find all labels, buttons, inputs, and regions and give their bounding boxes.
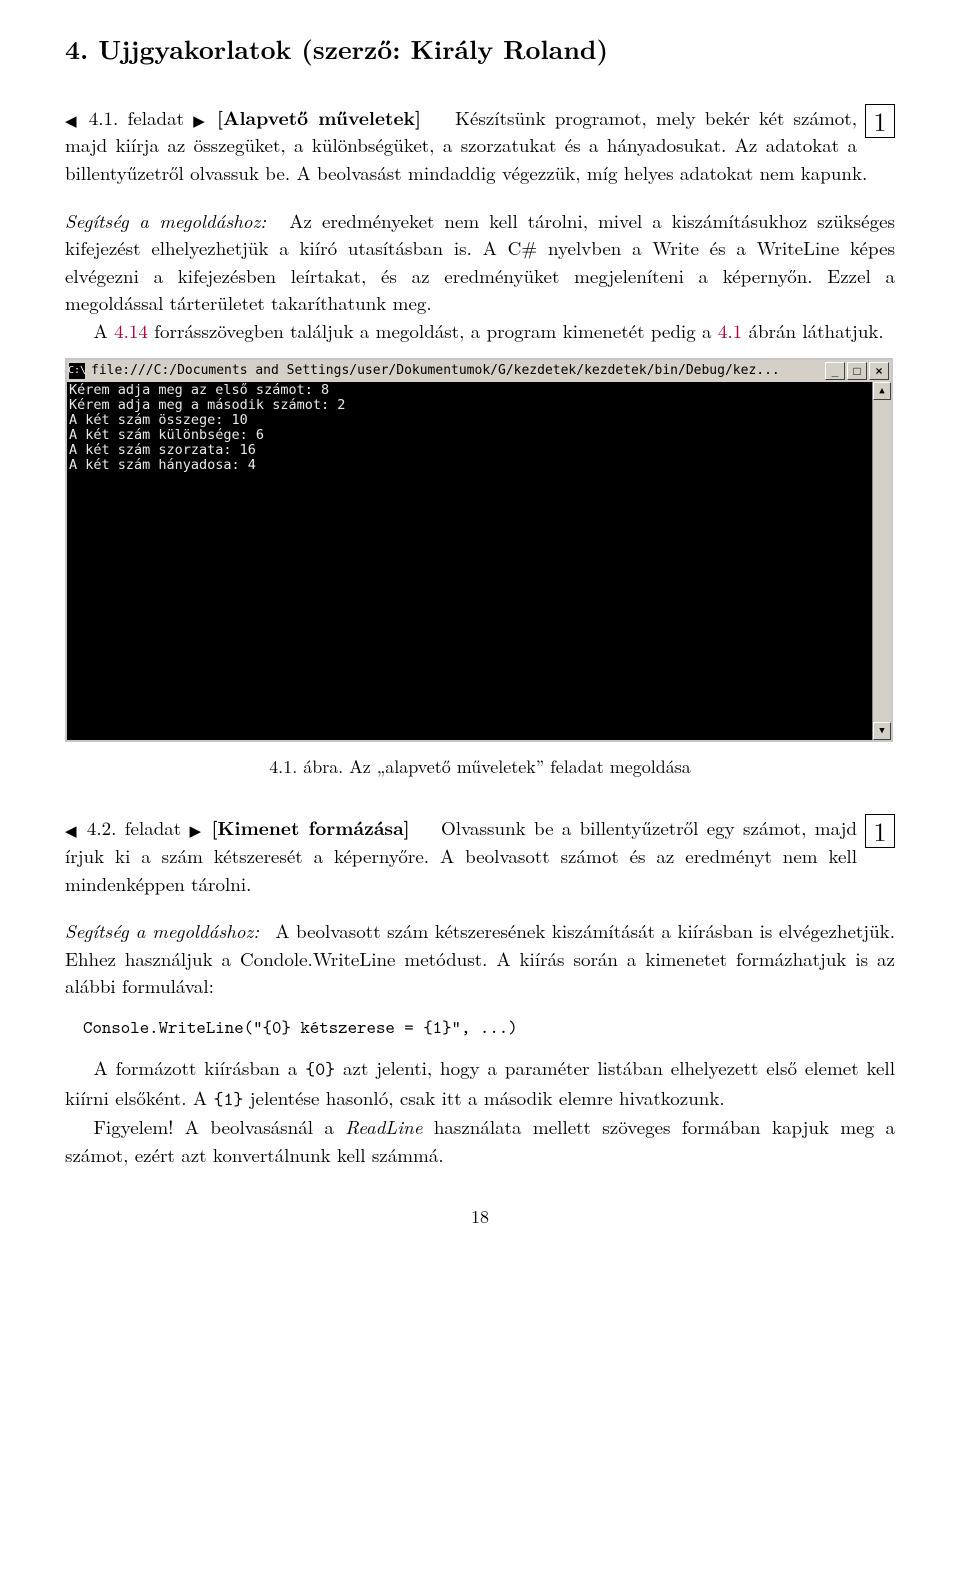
triangle-right-icon: ▶ [190,820,204,841]
console-output: Kérem adja meg az első számot: 8 Kérem a… [67,382,873,740]
figure-caption: 4.1. ábra. Az „alapvető műveletek” felad… [65,754,895,780]
code-sample: Console.WriteLine("{0} kétszerese = {1}"… [83,1014,895,1040]
console-window: C:\ file:///C:/Documents and Settings/us… [65,358,893,742]
task-number: 4.1. feladat [89,104,184,131]
ref-mid: forrásszövegben találjuk a megoldást, a … [148,317,718,344]
scroll-up-icon[interactable]: ▲ [873,382,891,400]
triangle-left-icon: ◀ [65,820,79,841]
task-number: 4.2. feladat [87,814,181,841]
task-header: ◀ 4.1. feladat ▶ [Alapvető műveletek] [65,104,430,131]
ref-link-4-1[interactable]: 4.1 [718,317,742,344]
vertical-scrollbar[interactable]: ▲ ▼ [872,382,891,740]
window-title: file:///C:/Documents and Settings/user/D… [91,362,780,381]
ref-link-4-14[interactable]: 4.14 [114,317,148,344]
task2-para-warning: Figyelem! A beolvasásnál a ReadLine hasz… [65,1113,895,1168]
triangle-right-icon: ▶ [193,110,207,131]
task-4-2: 1 ◀ 4.2. feladat ▶ [Kimenet formázása] O… [65,814,895,897]
section-title: 4. Ujjgyakorlatok (szerző: Király Roland… [65,30,895,68]
task-4-1: 1 ◀ 4.1. feladat ▶ [Alapvető műveletek] … [65,104,895,187]
task1-refs: A 4.14 forrásszövegben találjuk a megold… [65,317,895,345]
ref-pre: A [94,317,115,344]
difficulty-box: 1 [865,814,895,848]
t2p2c: jelentése hasonló, csak itt a második el… [243,1084,724,1111]
hint-label: Segítség a megoldáshoz: [65,207,266,234]
task-category: [Alapvető műveletek] [217,103,421,131]
maximize-button[interactable]: □ [847,362,867,380]
triangle-left-icon: ◀ [65,110,79,131]
difficulty-box: 1 [865,104,895,138]
code-token-0: {0} [305,1057,335,1082]
close-button[interactable]: × [869,362,889,380]
task2-para-format: A formázott kiírásban a {0} azt jelenti,… [65,1054,895,1113]
readline-ref: ReadLine [345,1113,422,1140]
ref-post: ábrán láthatjuk. [742,317,884,344]
scroll-down-icon[interactable]: ▼ [873,722,891,740]
task-header: ◀ 4.2. feladat ▶ [Kimenet formázása] [65,814,418,841]
hint-label: Segítség a megoldáshoz: [65,917,259,944]
task-category: [Kimenet formázása] [211,813,409,841]
code-token-1: {1} [213,1087,243,1112]
t2p2a: A formázott kiírásban a [94,1054,306,1081]
task2-hint: Segítség a megoldáshoz: A beolvasott szá… [65,917,895,1000]
minimize-button[interactable]: _ [825,362,845,380]
page-number: 18 [65,1204,895,1230]
cmd-icon: C:\ [69,363,85,379]
t2p3a: Figyelem! A beolvasásnál a [94,1113,346,1140]
window-titlebar: C:\ file:///C:/Documents and Settings/us… [67,360,891,383]
task1-hint: Segítség a megoldáshoz: Az eredményeket … [65,207,895,317]
